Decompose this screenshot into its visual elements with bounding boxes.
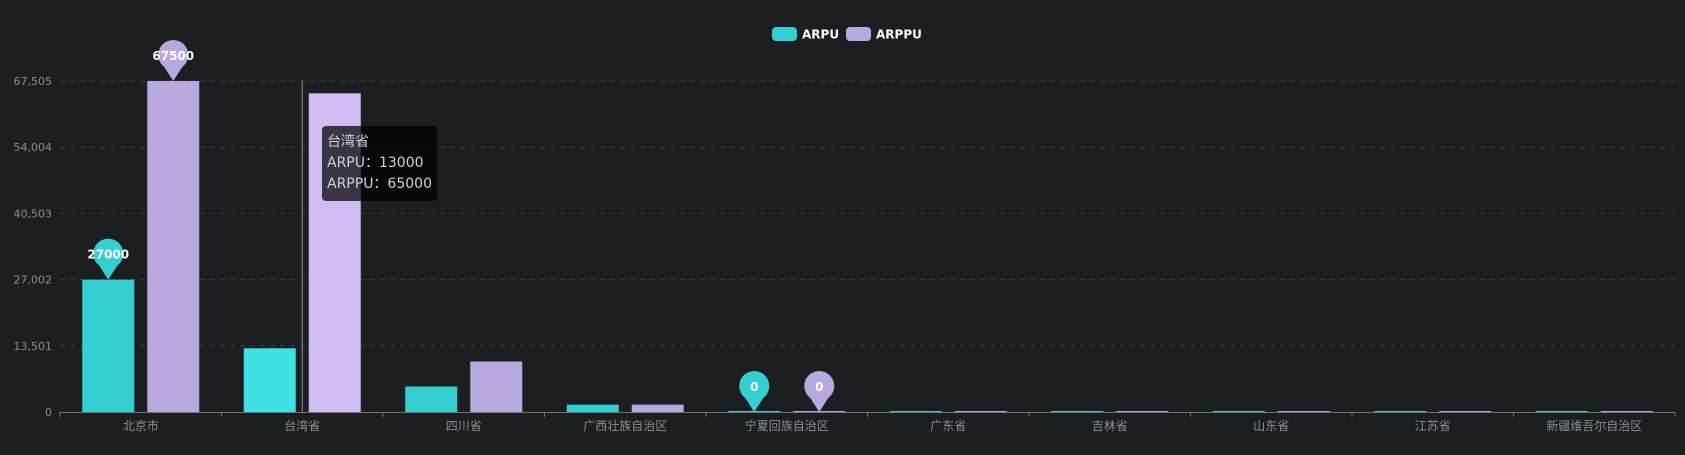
- legend-label-arppu: ARPPU: [876, 28, 922, 42]
- x-category-label: 宁夏回族自治区: [745, 418, 829, 433]
- legend-swatch-arppu: [846, 27, 871, 41]
- x-category-label: 新疆维吾尔自治区: [1546, 418, 1642, 433]
- y-tick-label: 54,004: [14, 141, 53, 154]
- bar-arppu: [1116, 411, 1169, 412]
- y-tick-label: 13,501: [14, 340, 53, 353]
- y-tick-label: 67,505: [14, 75, 53, 88]
- y-tick-label: 0: [45, 406, 52, 419]
- bar-arppu: [470, 361, 523, 412]
- x-category-label: 广西壮族自治区: [583, 419, 667, 433]
- x-category-label: 广东省: [930, 419, 966, 433]
- marker-label: 27000: [87, 248, 129, 262]
- bar-arppu: [1277, 411, 1330, 412]
- x-category-label: 吉林省: [1092, 419, 1128, 433]
- bar-arpu: [566, 404, 619, 412]
- y-tick-label: 27,002: [14, 274, 53, 287]
- x-category-label: 台湾省: [284, 418, 320, 433]
- tooltip-arppu-line: ARPPU：65000: [327, 176, 432, 192]
- marker-label: 67500: [152, 49, 194, 63]
- x-category-label: 山东省: [1253, 419, 1289, 433]
- bar-arppu: [1600, 411, 1653, 412]
- bar-arppu: [954, 411, 1007, 412]
- bar-arppu: [1439, 411, 1492, 412]
- legend-swatch-arpu: [772, 27, 797, 41]
- bar-arpu: [1374, 411, 1427, 412]
- x-category-label: 江苏省: [1415, 419, 1451, 433]
- bar-arpu: [405, 386, 458, 412]
- x-category-label: 北京市: [123, 418, 159, 433]
- bar-chart: ARPU ARPPU 0 13,501 27,002 40,503 54,004 67,505…: [14, 27, 1676, 433]
- bar-arpu: [889, 411, 942, 412]
- legend-label-arpu: ARPU: [802, 28, 839, 42]
- tooltip-title: 台湾省: [327, 134, 369, 150]
- bar-arpu: [1535, 411, 1588, 412]
- x-category-label: 四川省: [446, 419, 482, 433]
- bar-arpu: [1212, 411, 1265, 412]
- marker-label: 0: [815, 380, 823, 394]
- bar-arppu: [631, 404, 684, 412]
- bar-arpu: [1051, 411, 1104, 412]
- chart-container: ARPU ARPPU 0 13,501 27,002 40,503 54,004 67,505…: [0, 0, 1685, 455]
- bar-arpu: [82, 279, 135, 412]
- y-tick-label: 40,503: [14, 207, 53, 220]
- marker-label: 0: [750, 380, 758, 394]
- bar-arppu: [147, 81, 200, 413]
- tooltip-arpu-line: ARPU：13000: [327, 155, 424, 171]
- bar-arpu: [243, 348, 296, 412]
- chart-tooltip: 台湾省 ARPU：13000 ARPPU：65000: [322, 126, 437, 201]
